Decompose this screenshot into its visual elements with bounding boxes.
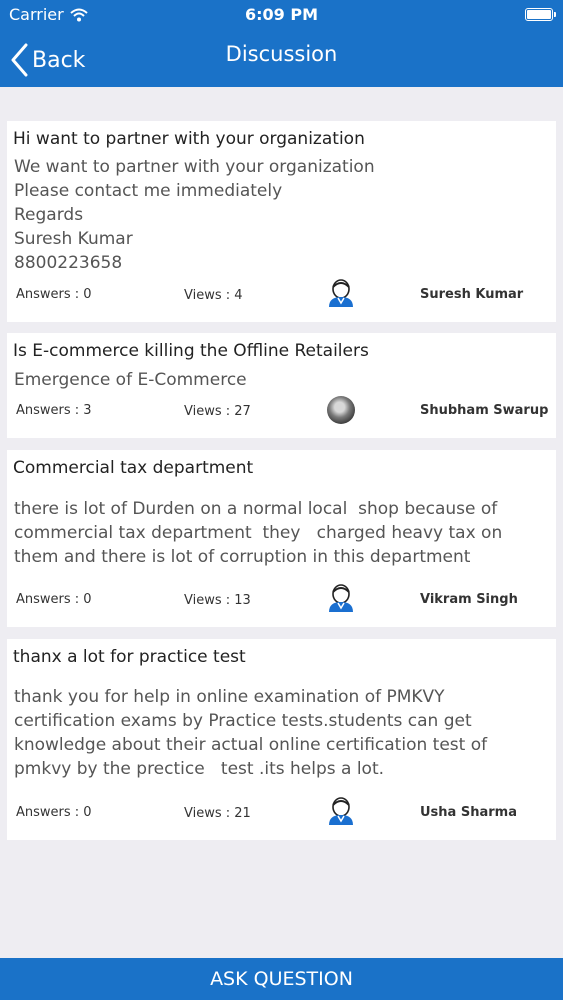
post-body-line: thank you for help in online examination… [14,687,445,707]
views-count: Views : 27 [184,404,251,419]
post-body-line: certification exams by Practice tests.st… [14,711,472,731]
post-body-line: Suresh Kumar [14,229,133,249]
post-body: there is lot of Durden on a normal local… [14,497,546,569]
post-author: Usha Sharma [420,805,517,820]
status-time: 6:09 PM [244,5,318,24]
post-author: Suresh Kumar [420,287,524,302]
post-body: We want to partner with your organizatio… [14,155,546,275]
views-count: Views : 13 [184,593,251,608]
post-body-line: Please contact me immediately [14,181,283,201]
battery-icon [525,8,556,21]
post-card[interactable]: Commercial tax department there is lot o… [7,450,556,627]
post-body-line: Emergence of E-Commerce [14,370,247,390]
default-user-icon [329,584,353,612]
post-title: Hi want to partner with your organizatio… [13,129,365,149]
answers-count: Answers : 0 [16,592,92,607]
post-author: Shubham Swarup [420,403,549,418]
default-user-icon [329,797,353,825]
post-body-line: knowledge about their actual online cert… [14,735,488,755]
post-card[interactable]: Is E-commerce killing the Offline Retail… [7,333,556,438]
post-title: Commercial tax department [13,458,254,478]
status-bar: Carrier 6:09 PM [0,0,563,30]
post-body-line: We want to partner with your organizatio… [14,157,375,177]
answers-count: Answers : 3 [16,403,92,418]
ask-question-button[interactable]: ASK QUESTION [0,958,563,1000]
post-body-line: Regards [14,205,84,225]
answers-count: Answers : 0 [16,805,92,820]
answers-count: Answers : 0 [16,287,92,302]
page-title: Discussion [225,42,338,66]
default-user-icon [329,279,353,307]
navigation-bar: Back Discussion [0,30,563,87]
post-author: Vikram Singh [420,592,518,607]
user-photo-avatar [327,396,355,424]
post-card[interactable]: Hi want to partner with your organizatio… [7,121,556,322]
views-count: Views : 4 [184,288,243,303]
post-card[interactable]: thanx a lot for practice test thank you … [7,639,556,840]
post-body-line: them and there is lot of corruption in t… [14,547,471,567]
post-body-line: 8800223658 [14,253,123,273]
post-body: thank you for help in online examination… [14,685,546,781]
post-body-line: pmkvy by the prectice test .its helps a … [14,759,385,779]
post-title: thanx a lot for practice test [13,647,246,667]
post-title: Is E-commerce killing the Offline Retail… [13,341,369,361]
post-body-line: there is lot of Durden on a normal local… [14,499,498,519]
post-body-line: commercial tax department they charged h… [14,523,503,543]
views-count: Views : 21 [184,806,251,821]
post-body: Emergence of E-Commerce [14,368,546,392]
